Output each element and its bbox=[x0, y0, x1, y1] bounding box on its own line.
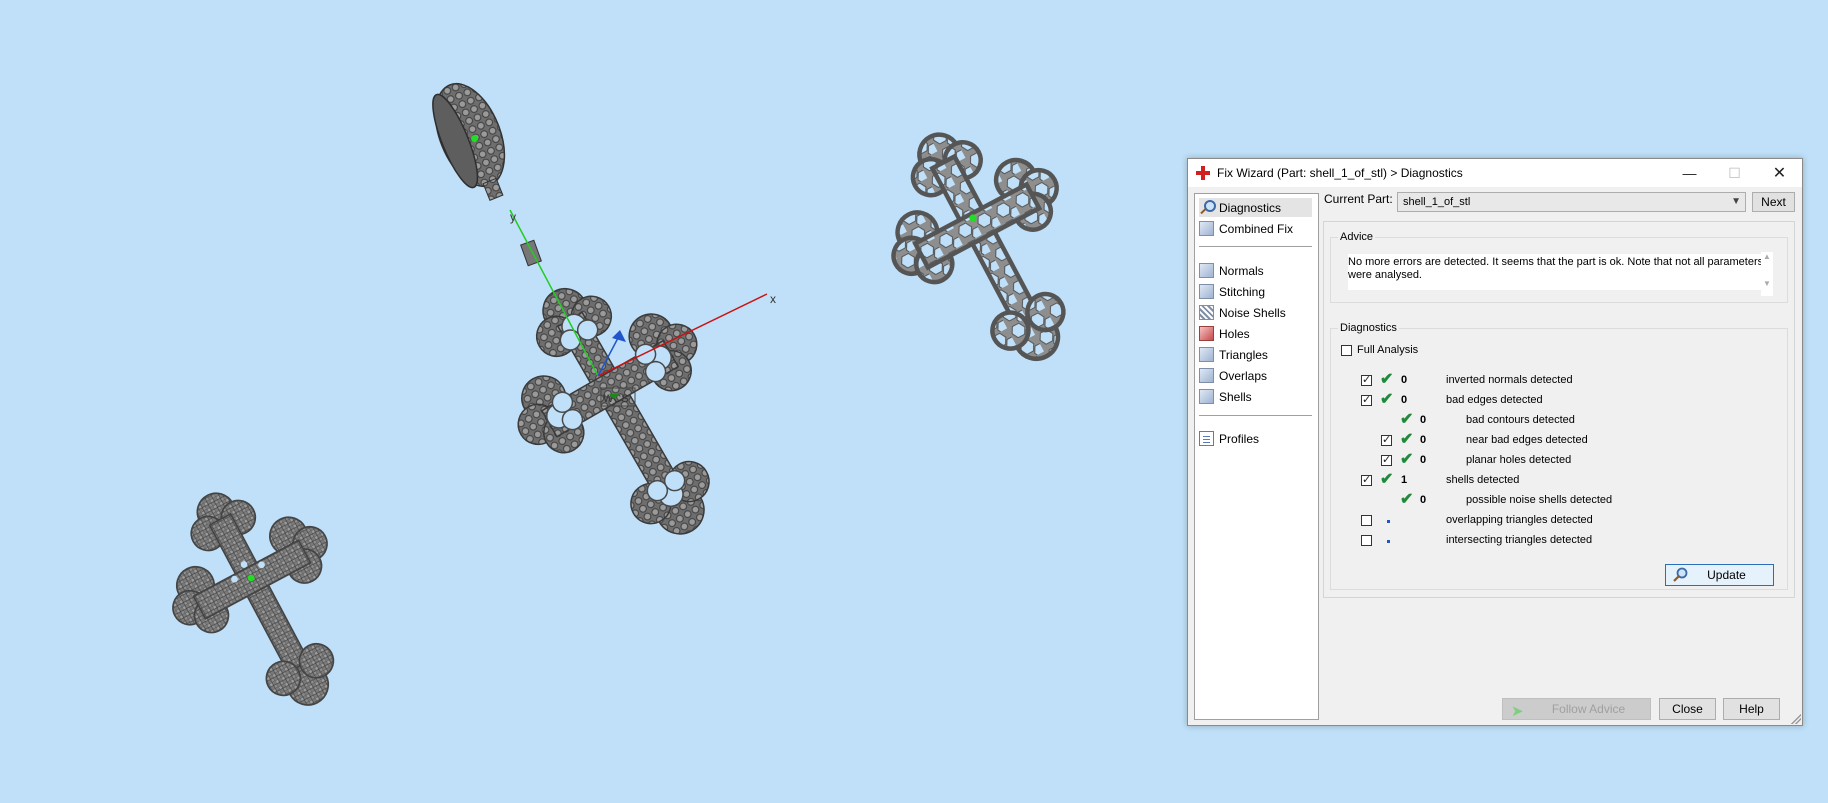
intersecting-triangles-checkbox[interactable] bbox=[1361, 535, 1372, 546]
planar-holes-label: planar holes detected bbox=[1466, 454, 1572, 466]
noise-shells-count: 0 bbox=[1420, 494, 1427, 506]
inverted-normals-count: 0 bbox=[1401, 374, 1408, 386]
nav-stitching[interactable]: Stitching bbox=[1199, 282, 1265, 301]
bad-contours-count: 0 bbox=[1420, 414, 1427, 426]
chevron-down-icon: ▼ bbox=[1731, 196, 1741, 207]
nav-shells[interactable]: Shells bbox=[1199, 387, 1252, 406]
close-window-button[interactable]: ✕ bbox=[1757, 159, 1802, 187]
overlapping-triangles-checkbox[interactable] bbox=[1361, 515, 1372, 526]
bad-edges-label: bad edges detected bbox=[1446, 394, 1543, 406]
green-check-icon: ✔ bbox=[1400, 491, 1414, 508]
near-bad-edges-count: 0 bbox=[1420, 434, 1427, 446]
nav-holes-label: Holes bbox=[1219, 326, 1250, 341]
nav-triangles[interactable]: Triangles bbox=[1199, 345, 1268, 364]
wizard-nav-panel: Diagnostics Combined Fix Normals Stitchi… bbox=[1194, 193, 1319, 720]
nav-noise-shells[interactable]: Noise Shells bbox=[1199, 303, 1286, 322]
shells-checkbox[interactable] bbox=[1361, 473, 1372, 486]
intersecting-triangles-label: intersecting triangles detected bbox=[1446, 534, 1593, 546]
planar-holes-count: 0 bbox=[1420, 454, 1427, 466]
nav-noise-shells-label: Noise Shells bbox=[1219, 305, 1286, 320]
help-button[interactable]: Help bbox=[1723, 698, 1780, 720]
update-label: Update bbox=[1707, 568, 1746, 582]
update-button[interactable]: Update bbox=[1665, 564, 1774, 586]
green-check-icon: ✔ bbox=[1380, 391, 1394, 408]
ring-model[interactable] bbox=[422, 74, 523, 210]
dialog-title: Fix Wizard (Part: shell_1_of_stl) > Diag… bbox=[1217, 166, 1463, 180]
nav-stitching-label: Stitching bbox=[1219, 284, 1266, 299]
inverted-normals-checkbox[interactable] bbox=[1361, 373, 1372, 386]
nav-triangles-label: Triangles bbox=[1219, 347, 1268, 362]
bad-edges-checkbox[interactable] bbox=[1361, 393, 1372, 406]
pending-dot-icon bbox=[1387, 540, 1390, 543]
near-bad-edges-checkbox[interactable] bbox=[1381, 433, 1392, 446]
pending-dot-icon bbox=[1387, 520, 1390, 523]
nav-combined-fix-label: Combined Fix bbox=[1219, 221, 1294, 236]
nav-profiles-label: Profiles bbox=[1219, 431, 1260, 446]
dialog-titlebar[interactable]: Fix Wizard (Part: shell_1_of_stl) > Diag… bbox=[1188, 159, 1802, 187]
red-cross-icon bbox=[1196, 166, 1210, 180]
document-icon bbox=[1199, 431, 1214, 446]
follow-advice-label: Follow Advice bbox=[1551, 702, 1626, 716]
bad-edges-count: 0 bbox=[1401, 394, 1408, 406]
stitching-icon bbox=[1199, 284, 1214, 299]
green-check-icon: ✔ bbox=[1380, 471, 1394, 488]
green-check-icon: ✔ bbox=[1400, 451, 1414, 468]
diagnostics-title: Diagnostics bbox=[1338, 322, 1399, 334]
magnifier-icon bbox=[1199, 200, 1216, 215]
nav-divider bbox=[1199, 246, 1312, 247]
full-analysis-checkbox[interactable] bbox=[1341, 345, 1352, 356]
overlaps-icon bbox=[1199, 368, 1214, 383]
near-bad-edges-label: near bad edges detected bbox=[1466, 434, 1588, 446]
next-button[interactable]: Next bbox=[1752, 192, 1795, 212]
follow-advice-button[interactable]: ➤ Follow Advice bbox=[1502, 698, 1651, 720]
planar-holes-checkbox[interactable] bbox=[1381, 453, 1392, 466]
fix-wizard-dialog: Fix Wizard (Part: shell_1_of_stl) > Diag… bbox=[1187, 158, 1803, 726]
nav-profiles[interactable]: Profiles bbox=[1199, 429, 1259, 448]
noise-shells-icon bbox=[1199, 305, 1214, 320]
triangles-icon bbox=[1199, 347, 1214, 362]
current-part-select[interactable]: shell_1_of_stl ▼ bbox=[1397, 192, 1746, 212]
normals-icon bbox=[1199, 263, 1214, 278]
current-part-label: Current Part: bbox=[1324, 192, 1393, 206]
cube-icon bbox=[1199, 221, 1214, 236]
nav-holes[interactable]: Holes bbox=[1199, 324, 1250, 343]
shells-label: shells detected bbox=[1446, 474, 1520, 486]
arrow-right-icon: ➤ bbox=[1511, 703, 1524, 720]
inverted-normals-label: inverted normals detected bbox=[1446, 374, 1573, 386]
nav-combined-fix[interactable]: Combined Fix bbox=[1199, 219, 1293, 238]
axis-x-label: x bbox=[770, 292, 776, 306]
overlapping-triangles-label: overlapping triangles detected bbox=[1446, 514, 1593, 526]
nav-diagnostics-label: Diagnostics bbox=[1219, 200, 1282, 215]
advice-scrollbar[interactable]: ▲ ▼ bbox=[1761, 252, 1773, 296]
nav-normals[interactable]: Normals bbox=[1199, 261, 1264, 280]
green-check-icon: ✔ bbox=[1400, 431, 1414, 448]
woven-cross-model[interactable] bbox=[131, 454, 394, 744]
nav-shells-label: Shells bbox=[1219, 389, 1252, 404]
maximize-button[interactable]: ☐ bbox=[1712, 159, 1757, 187]
knurled-cross-model[interactable] bbox=[466, 240, 780, 582]
close-button[interactable]: Close bbox=[1659, 698, 1716, 720]
magnifier-icon bbox=[1673, 567, 1688, 582]
green-check-icon: ✔ bbox=[1380, 371, 1394, 388]
green-check-icon: ✔ bbox=[1400, 411, 1414, 428]
minimize-button[interactable]: — bbox=[1667, 159, 1712, 187]
advice-text: No more errors are detected. It seems th… bbox=[1348, 254, 1768, 290]
shells-icon bbox=[1199, 389, 1214, 404]
bad-contours-label: bad contours detected bbox=[1466, 414, 1575, 426]
full-analysis-label: Full Analysis bbox=[1357, 344, 1419, 356]
axis-y-label: y bbox=[510, 210, 516, 224]
honeycomb-cross-model[interactable] bbox=[850, 95, 1126, 399]
advice-title: Advice bbox=[1338, 231, 1376, 243]
shells-count: 1 bbox=[1401, 474, 1408, 486]
noise-shells-label: possible noise shells detected bbox=[1466, 494, 1613, 506]
holes-icon bbox=[1199, 326, 1214, 341]
resize-grip-icon[interactable] bbox=[1791, 714, 1801, 724]
nav-normals-label: Normals bbox=[1219, 263, 1264, 278]
nav-overlaps-label: Overlaps bbox=[1219, 368, 1268, 383]
nav-overlaps[interactable]: Overlaps bbox=[1199, 366, 1267, 385]
current-part-value: shell_1_of_stl bbox=[1403, 196, 1471, 208]
nav-divider-2 bbox=[1199, 415, 1312, 416]
nav-diagnostics[interactable]: Diagnostics bbox=[1199, 198, 1312, 217]
